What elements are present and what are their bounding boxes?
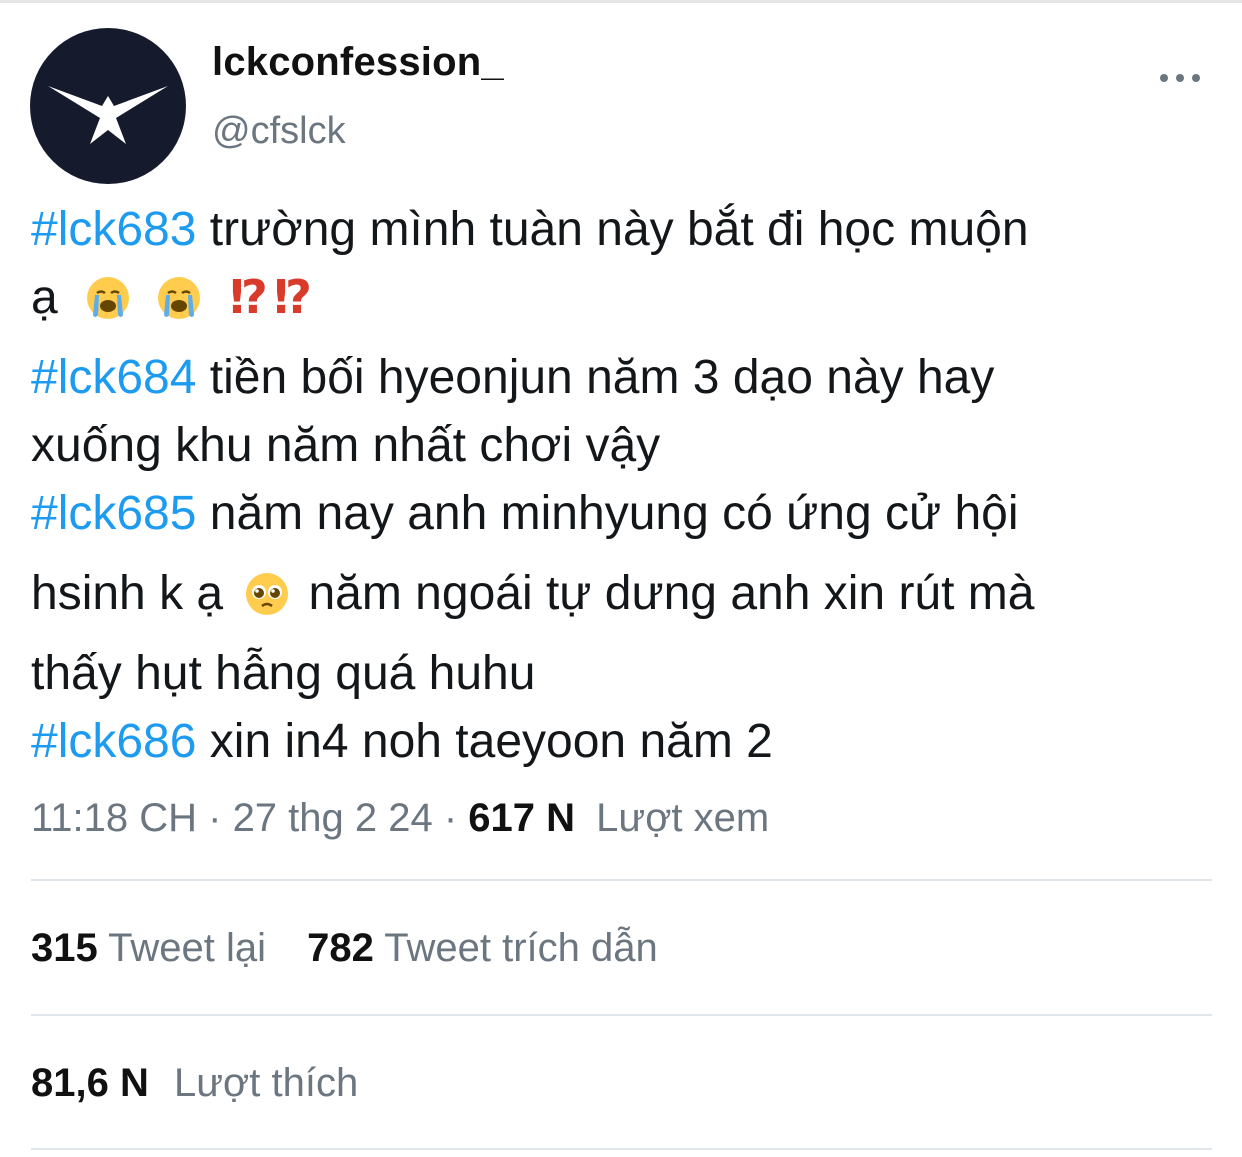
tweet-line-text: trường mình tuàn này bắt đi học muộn <box>196 203 1029 256</box>
hashtag-link[interactable]: #lck686 <box>31 715 196 768</box>
divider <box>31 879 1212 881</box>
separator: · <box>197 796 233 840</box>
retweets-label: Tweet lại <box>108 926 266 970</box>
likes-stat[interactable]: 81,6 N Lượt thích <box>31 1061 358 1105</box>
crying-face-emoji-icon <box>85 275 131 321</box>
quotes-count: 782 <box>307 926 374 970</box>
tweet-line: thấy hụt hẫng quá huhu <box>31 650 1231 718</box>
top-divider <box>0 0 1242 3</box>
quotes-label: Tweet trích dẫn <box>384 926 658 970</box>
tweet-line: #lck686 xin in4 noh taeyoon năm 2 <box>31 718 1231 786</box>
interrobang-emoji-icon: ⁉ <box>229 270 268 324</box>
tweet-line-text: thấy hụt hẫng quá huhu <box>31 647 536 700</box>
tweet-line: #lck684 tiền bối hyeonjun năm 3 dạo này … <box>31 354 1231 422</box>
interrobang-emoji-icon: ⁉ <box>273 270 312 324</box>
tweet-line-text: năm ngoái tự dưng anh xin rút mà <box>308 567 1035 620</box>
tweet-detail: lckconfession_ @cfslck #lck683 trường mì… <box>0 0 1242 1157</box>
engagement-stats: 315 Tweet lại 782 Tweet trích dẫn <box>31 926 658 971</box>
tweet-line-text: tiền bối hyeonjun năm 3 dạo này hay <box>196 351 995 404</box>
retweets-count: 315 <box>31 926 98 970</box>
views-count[interactable]: 617 N <box>468 796 575 840</box>
tweet-date: 27 thg 2 24 <box>232 796 433 840</box>
quotes-stat[interactable]: 782 Tweet trích dẫn <box>307 926 658 970</box>
tweet-line: #lck685 năm nay anh minhyung có ứng cử h… <box>31 490 1231 570</box>
tweet-text: #lck683 trường mình tuàn này bắt đi học … <box>31 206 1231 786</box>
tweet-line-text: hsinh k ạ <box>31 567 224 620</box>
more-options-button[interactable] <box>1150 60 1210 96</box>
likes-count: 81,6 N <box>31 1061 149 1105</box>
tweet-line-text: xuống khu năm nhất chơi vậy <box>31 419 661 472</box>
retweets-stat[interactable]: 315 Tweet lại <box>31 926 277 970</box>
eagle-logo-icon <box>48 86 168 144</box>
tweet-line-text: xin in4 noh taeyoon năm 2 <box>196 715 773 768</box>
dot <box>1192 74 1200 82</box>
dot <box>1176 74 1184 82</box>
author-handle[interactable]: @cfslck <box>212 110 346 153</box>
separator: · <box>432 796 469 840</box>
tweet-line: ạ ⁉ ⁉ <box>31 274 1231 354</box>
pleading-face-emoji-icon <box>244 571 290 617</box>
divider <box>31 1014 1212 1016</box>
hashtag-link[interactable]: #lck684 <box>31 351 196 404</box>
divider <box>31 1148 1212 1150</box>
avatar[interactable] <box>30 28 186 184</box>
tweet-line-text: năm nay anh minhyung có ứng cử hội <box>196 487 1019 540</box>
tweet-line-text: ạ <box>31 271 58 324</box>
author-display-name[interactable]: lckconfession_ <box>212 40 504 85</box>
tweet-line: hsinh k ạ năm ngoái tự dưng anh xin rút … <box>31 570 1231 650</box>
dot <box>1160 74 1168 82</box>
tweet-line: #lck683 trường mình tuàn này bắt đi học … <box>31 206 1231 274</box>
tweet-meta: 11:18 CH · 27 thg 2 24 · 617 N Lượt xem <box>31 796 769 841</box>
views-label[interactable]: Lượt xem <box>596 796 769 840</box>
crying-face-emoji-icon <box>156 275 202 321</box>
tweet-time: 11:18 CH <box>31 796 198 840</box>
hashtag-link[interactable]: #lck683 <box>31 203 196 256</box>
tweet-line: xuống khu năm nhất chơi vậy <box>31 422 1231 490</box>
likes-label: Lượt thích <box>173 1061 359 1105</box>
likes-stats: 81,6 N Lượt thích <box>31 1061 358 1106</box>
hashtag-link[interactable]: #lck685 <box>31 487 196 540</box>
